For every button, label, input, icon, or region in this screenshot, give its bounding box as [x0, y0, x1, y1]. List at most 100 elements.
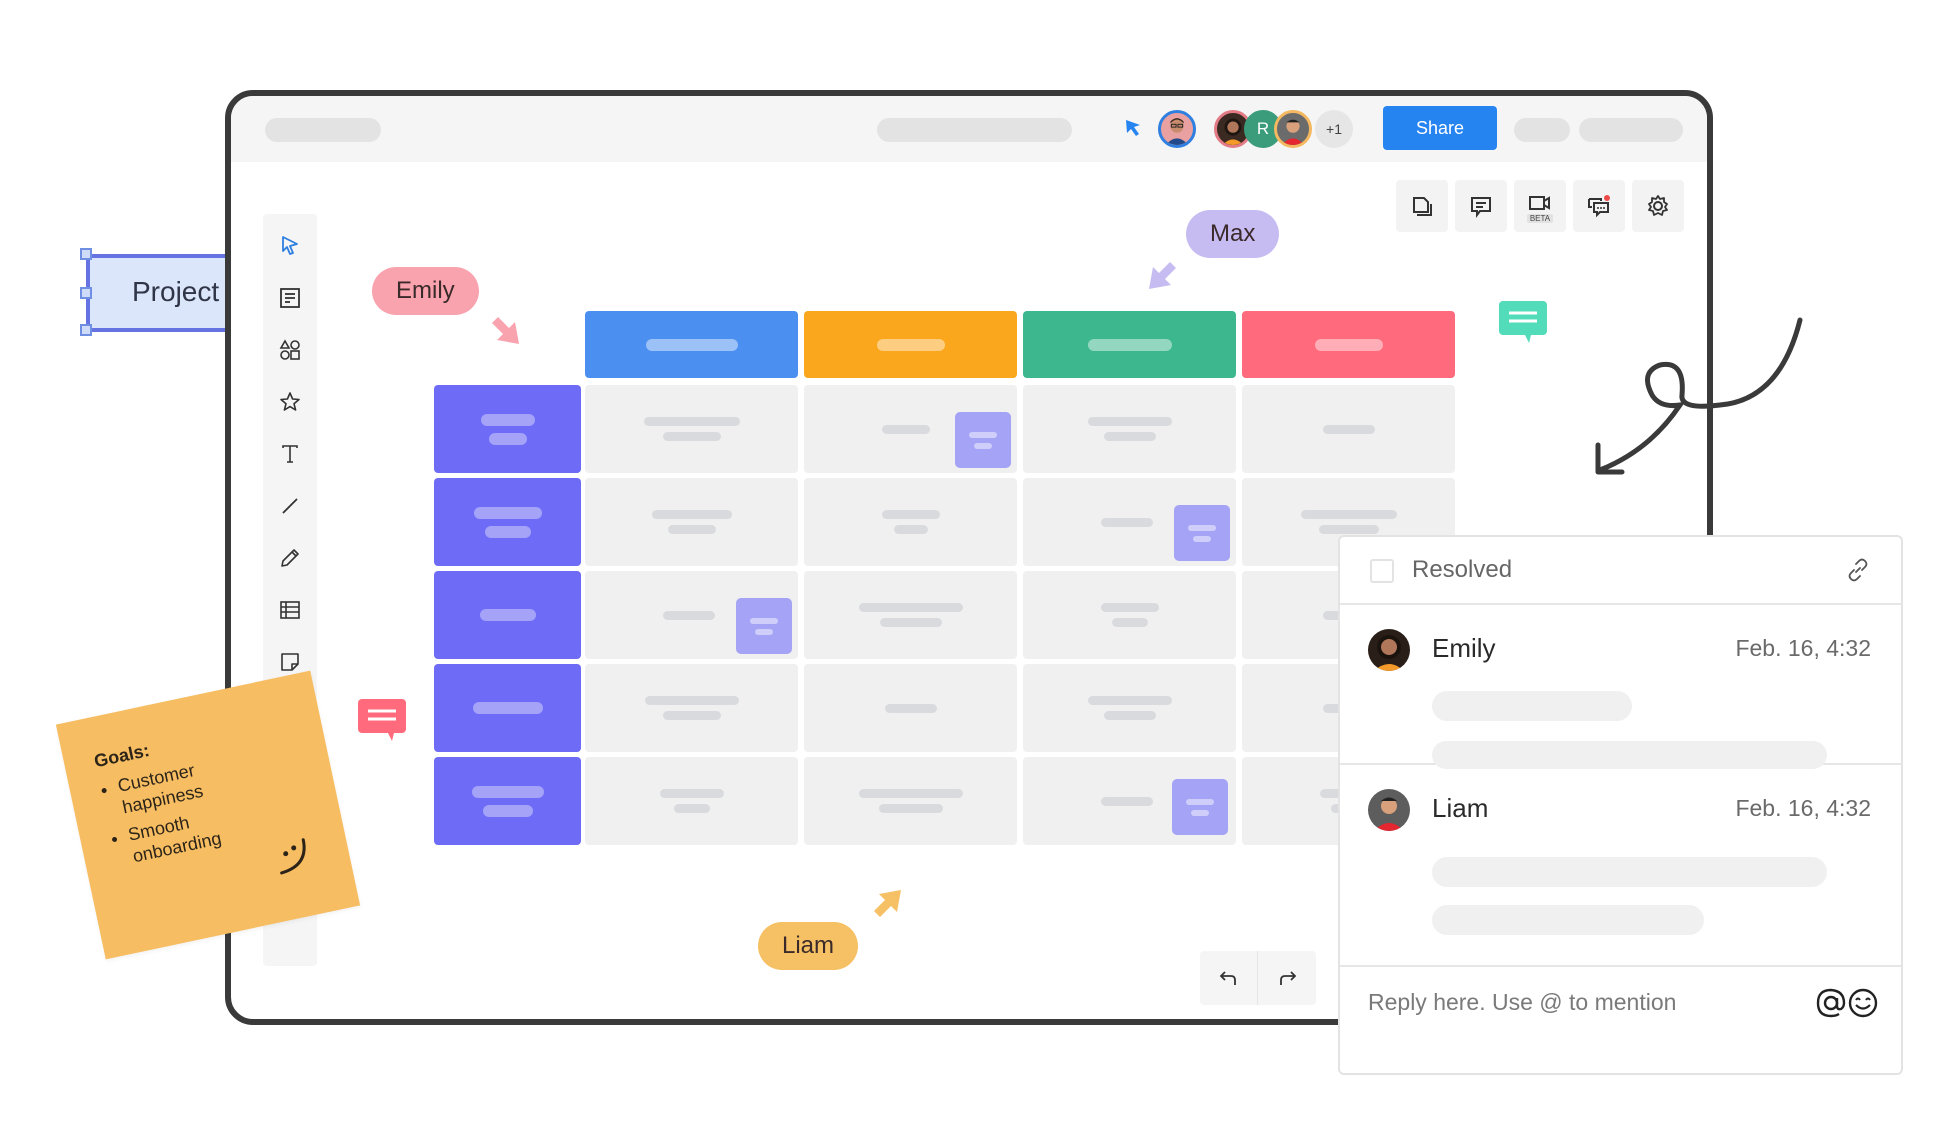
column-header-2[interactable]: [804, 311, 1017, 378]
shapes-icon: [279, 339, 300, 360]
card[interactable]: [955, 412, 1011, 468]
column-header-3[interactable]: [1023, 311, 1236, 378]
comments-button[interactable]: [1455, 180, 1507, 232]
star-icon: [280, 392, 300, 411]
comment-avatar-emily: [1368, 629, 1410, 671]
row-label-3[interactable]: [434, 571, 581, 659]
redo-icon: [1279, 971, 1296, 985]
project-label-text: Project: [132, 276, 220, 307]
line-icon: [282, 498, 298, 514]
grid-cell[interactable]: [804, 664, 1017, 752]
card[interactable]: [1172, 779, 1228, 835]
resize-handle-top-left[interactable]: [80, 248, 92, 260]
reply-area: [1340, 967, 1901, 1077]
row-label-5[interactable]: [434, 757, 581, 845]
video-button[interactable]: BETA: [1514, 180, 1566, 232]
collaborator-cursor-icon: [1126, 120, 1140, 136]
top-bar: R +1 Share: [231, 96, 1707, 162]
row-label-4[interactable]: [434, 664, 581, 752]
beta-badge: BETA: [1526, 213, 1554, 223]
tool-line[interactable]: [263, 486, 317, 526]
emoji-icon[interactable]: [1847, 987, 1879, 1019]
row-label-2[interactable]: [434, 478, 581, 566]
comment-item: Emily Feb. 16, 4:32: [1340, 605, 1901, 769]
undo-icon: [1219, 971, 1236, 985]
chat-icon: [1588, 195, 1610, 218]
cursor-name: Emily: [396, 277, 455, 304]
tool-text[interactable]: [263, 434, 317, 474]
comment-time: Feb. 16, 4:32: [1735, 795, 1871, 821]
grid-cell[interactable]: [585, 478, 798, 566]
more-collaborators-badge[interactable]: +1: [1315, 110, 1353, 148]
comment-marker-icon[interactable]: [358, 699, 406, 741]
board-title-placeholder: [265, 118, 381, 142]
grid-cell[interactable]: [1242, 385, 1455, 473]
grid-cell[interactable]: [804, 571, 1017, 659]
tool-templates[interactable]: [263, 278, 317, 318]
comment-icon: [1471, 197, 1491, 218]
pencil-icon: [281, 549, 299, 567]
grid-cell[interactable]: [585, 385, 798, 473]
cursor-tag-liam: Liam: [758, 922, 859, 970]
card[interactable]: [736, 598, 792, 654]
gear-icon: [1648, 195, 1668, 216]
share-button[interactable]: Share: [1383, 106, 1497, 150]
table-icon: [280, 601, 300, 619]
column-header-1[interactable]: [585, 311, 798, 378]
smiley-doodle-icon: [280, 838, 306, 875]
grid-cell[interactable]: [1023, 385, 1236, 473]
grid-cell[interactable]: [804, 757, 1017, 845]
arrow-cursor-icon: [1149, 262, 1176, 289]
mention-icon[interactable]: [1815, 987, 1847, 1019]
tool-select[interactable]: [263, 226, 317, 266]
resize-handle-left[interactable]: [80, 287, 92, 299]
avatar-collaborator-1[interactable]: [1158, 110, 1196, 148]
comment-text-placeholder: [1432, 691, 1632, 721]
cursor-tag-max: Max: [1186, 210, 1280, 258]
card[interactable]: [1174, 505, 1230, 561]
grid-cell[interactable]: [585, 664, 798, 752]
link-icon[interactable]: [1845, 557, 1871, 583]
cursor-name: Max: [1210, 220, 1256, 247]
comment-marker-icon[interactable]: [1499, 301, 1547, 343]
cursor-tag-emily: Emily: [372, 267, 479, 315]
resize-handle-bottom-left[interactable]: [80, 324, 92, 336]
settings-button[interactable]: [1632, 180, 1684, 232]
redo-button[interactable]: [1258, 951, 1315, 1005]
cursor-icon: [282, 236, 298, 255]
chat-button[interactable]: [1573, 180, 1625, 232]
tool-shapes[interactable]: [263, 330, 317, 370]
comment-avatar-liam: [1368, 789, 1410, 831]
more-count: +1: [1326, 121, 1342, 137]
pages-button[interactable]: [1396, 180, 1448, 232]
resolved-checkbox[interactable]: [1370, 559, 1394, 583]
project-label-shape[interactable]: Project: [80, 248, 226, 336]
grid-cell[interactable]: [1023, 664, 1236, 752]
breadcrumb-placeholder: [877, 118, 1072, 142]
grid-cell[interactable]: [585, 757, 798, 845]
notification-dot: [1604, 195, 1610, 201]
grid-cell[interactable]: [1023, 571, 1236, 659]
toolbar-placeholder-2: [1579, 118, 1683, 142]
template-icon: [280, 288, 300, 308]
column-header-4[interactable]: [1242, 311, 1455, 378]
sticky-note-icon: [281, 653, 299, 671]
row-label-1[interactable]: [434, 385, 581, 473]
curly-arrow-drawing: [1595, 317, 1803, 475]
avatar-liam[interactable]: [1274, 110, 1312, 148]
text-icon: [282, 445, 298, 463]
undo-button[interactable]: [1200, 951, 1258, 1005]
tool-pen[interactable]: [263, 538, 317, 578]
toolbar-placeholder-1: [1514, 118, 1570, 142]
tool-favorites[interactable]: [263, 382, 317, 422]
grid-cell[interactable]: [804, 478, 1017, 566]
comment-text-placeholder: [1432, 905, 1704, 935]
avatar-initial: R: [1256, 119, 1270, 138]
sticky-note-title: Goals:: [92, 740, 152, 772]
history-controls: [1200, 951, 1316, 1005]
reply-input[interactable]: [1368, 989, 1788, 1016]
tool-table[interactable]: [263, 590, 317, 630]
arrow-cursor-icon: [492, 317, 519, 344]
arrow-cursor-icon: [874, 890, 901, 917]
comment-author: Emily: [1432, 633, 1496, 663]
